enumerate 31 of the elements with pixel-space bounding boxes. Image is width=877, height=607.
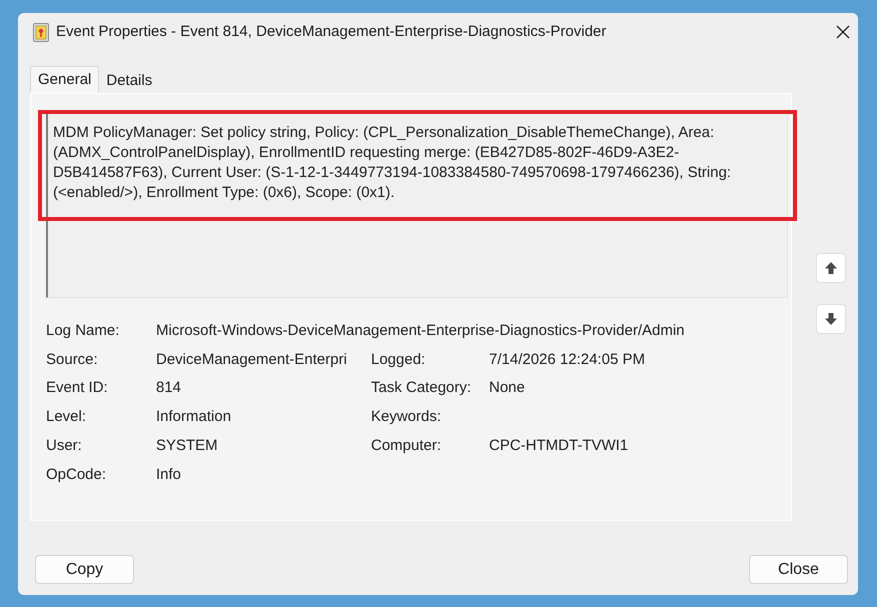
field-value: DeviceManagement-Enterpri — [156, 350, 348, 370]
tab[interactable]: Details — [99, 69, 160, 93]
field-label: Event ID: — [46, 378, 109, 398]
field-value: 7/14/2026 12:24:05 PM — [489, 350, 646, 370]
dialog-button[interactable]: Close — [749, 555, 848, 584]
field-label: Computer: — [371, 436, 442, 456]
field-label: Log Name: — [46, 321, 120, 342]
down-arrow-icon — [824, 312, 838, 326]
event-description: MDM PolicyManager: Set policy string, Policy: (CPL_Personalization_DisableThemeChange), Area: (ADMX_ControlPanelDisplay), EnrollmentID requesting merge: (EB427D85-802F-46D9-A3E2-D5B414587F63), Current User: (S-1-12-1-3449773194-1083384580-749570698-1797466236), String: (<enabled/>), Enrollment Type: (0x6), Scope: (0x1). — [52, 123, 732, 203]
tab[interactable]: General — [30, 66, 100, 93]
field-value: 814 — [156, 378, 182, 398]
field-value: SYSTEM — [156, 436, 219, 456]
field-value: Information — [156, 407, 232, 428]
down-arrow-button[interactable] — [816, 304, 846, 334]
field-value: Info — [156, 464, 182, 485]
dialog-button[interactable]: Copy — [35, 555, 134, 584]
close-icon — [836, 25, 850, 39]
field-label: User: — [46, 436, 83, 456]
up-arrow-icon — [824, 261, 838, 275]
field-label: OpCode: — [46, 464, 108, 485]
field-label: Logged: — [371, 350, 426, 370]
up-arrow-button[interactable] — [816, 253, 846, 283]
app-icon — [33, 22, 49, 42]
field-label: Level: — [46, 407, 88, 428]
field-value: Microsoft-Windows-DeviceManagement-Enterprise-Diagnostics-Provider/Admin — [156, 321, 686, 342]
field-label: Task Category: — [371, 378, 472, 398]
field-label: Keywords: — [371, 407, 442, 428]
window-title: Event Properties - Event 814, DeviceManagement-Enterprise-Diagnostics-Provider — [56, 22, 606, 42]
field-value: CPC-HTMDT-TVWI1 — [489, 436, 630, 456]
field-label: Source: — [46, 350, 99, 370]
field-value: None — [489, 378, 526, 398]
